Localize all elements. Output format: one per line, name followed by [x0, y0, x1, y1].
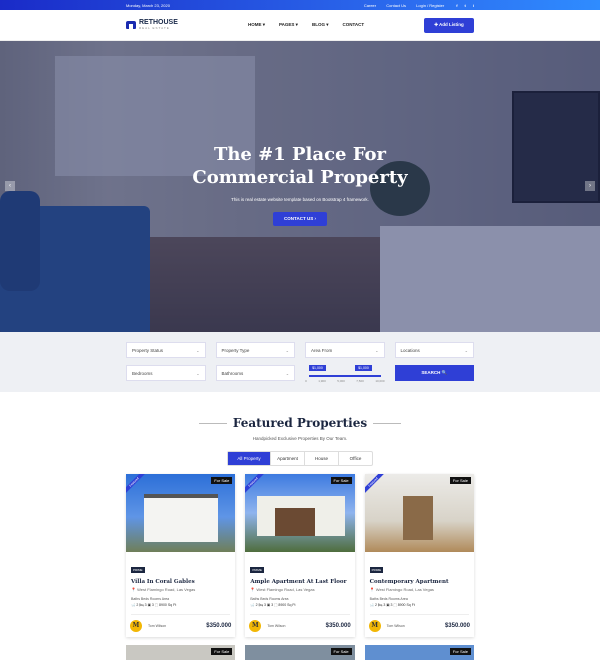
menu-blog[interactable]: BLOG ▾	[312, 22, 329, 28]
spec-labels: Baths Beds Rooms Area	[250, 597, 289, 601]
featured-ribbon: Featured	[245, 474, 269, 498]
prime-tag: PRIME	[250, 567, 264, 573]
chevron-down-icon: ⌄	[464, 347, 468, 353]
featured-ribbon: Featured	[364, 474, 389, 498]
agent-name[interactable]: Tom Wilson	[148, 624, 206, 628]
hero-banner: The #1 Place For Commercial Property This…	[0, 41, 600, 332]
property-price: $350.000	[325, 623, 351, 629]
property-card[interactable]: Featured For Sale PRIME Ample Apartment …	[245, 474, 355, 637]
property-card[interactable]: Featured For Sale PRIME Contemporary Apa…	[364, 474, 474, 637]
property-title[interactable]: Contemporary Apartment	[370, 579, 469, 585]
career-link[interactable]: Career	[364, 3, 376, 8]
status-badge: For Sale	[330, 477, 352, 484]
spec-labels: Baths Beds Rooms Area	[369, 597, 408, 601]
property-address: 📍 West Flamingo Road, Las Vegas	[369, 587, 434, 592]
property-card[interactable]: Featured For Sale PRIME Villa In Coral G…	[126, 474, 236, 637]
tab-apartment[interactable]: Apartment	[270, 452, 304, 465]
agent-name[interactable]: Tom Wilson	[267, 624, 325, 628]
range-track[interactable]	[309, 375, 381, 377]
menu-pages[interactable]: PAGES ▾	[279, 22, 298, 28]
range-max-label: $1,000	[355, 365, 372, 371]
property-image[interactable]: Featured For Sale	[126, 474, 236, 552]
chevron-down-icon: ⌄	[196, 347, 200, 353]
tab-office[interactable]: Office	[338, 452, 372, 465]
status-badge: For Sale	[330, 648, 352, 655]
featured-title: Featured Properties	[198, 416, 402, 430]
property-type-select[interactable]: Property Type ⌄	[215, 342, 295, 358]
agent-avatar: M	[368, 620, 381, 632]
property-card[interactable]: For Sale	[126, 645, 236, 660]
chevron-down-icon: ⌄	[285, 347, 289, 353]
search-button[interactable]: SEARCH 🔍	[394, 365, 474, 381]
menu-contact[interactable]: CONTACT	[342, 22, 364, 28]
logo-subtext: REAL ESTATE	[139, 26, 170, 30]
property-image[interactable]: Featured For Sale	[364, 474, 474, 552]
twitter-icon[interactable]: t	[465, 3, 466, 8]
property-price: $350.000	[444, 623, 470, 629]
featured-section: Featured Properties Handpicked Exclusive…	[0, 392, 600, 466]
slider-prev-icon[interactable]: ‹	[5, 181, 15, 191]
property-price: $350.000	[206, 623, 232, 629]
price-range-slider[interactable]: $1,000 $1,000 0 1,900 5,000 7,500 10,000	[305, 365, 385, 383]
agent-avatar: M	[130, 620, 142, 632]
site-logo[interactable]: RETHOUSE REAL ESTATE	[126, 19, 248, 30]
main-navigation: RETHOUSE REAL ESTATE HOME ▾ PAGES ▾ BLOG…	[0, 10, 600, 41]
menu-home[interactable]: HOME ▾	[248, 22, 265, 28]
property-search: Property Status ⌄ Property Type ⌄ Area Fro…	[0, 332, 600, 392]
status-badge: For Sale	[211, 477, 233, 484]
property-title[interactable]: Ample Apartment At Last Floor	[250, 579, 349, 585]
spec-values: 🛁 2 🛏 3 ▣ 3 ⬚ 8900 Sq Ft	[369, 603, 469, 615]
add-listing-button[interactable]: ✚ Add Listing	[424, 17, 474, 33]
instagram-icon[interactable]: i	[473, 3, 474, 8]
prime-tag: PRIME	[369, 567, 384, 573]
slider-next-icon[interactable]: ›	[585, 181, 595, 191]
top-bar: Monday, March 23, 2020 Career Contact Us…	[0, 0, 600, 10]
property-address: 📍 West Flamingo Road, Las Vegas	[250, 587, 315, 592]
status-badge: For Sale	[449, 477, 471, 484]
chevron-down-icon: ⌄	[196, 370, 200, 376]
current-date: Monday, March 23, 2020	[126, 2, 170, 8]
tab-all-property[interactable]: All Property	[228, 452, 270, 465]
bathrooms-select[interactable]: Bathrooms ⌄	[215, 365, 296, 381]
area-from-select[interactable]: Area From ⌄	[305, 342, 385, 358]
spec-labels: Baths Beds Rooms Area	[131, 597, 170, 601]
login-register-link[interactable]: Login / Register	[416, 3, 444, 8]
house-logo-icon	[126, 21, 136, 29]
hero-subtitle: This is real estate website template bas…	[231, 197, 369, 202]
chevron-down-icon: ⌄	[285, 370, 290, 376]
property-image[interactable]: Featured For Sale	[245, 474, 355, 552]
property-card[interactable]: For Sale	[364, 645, 474, 660]
facebook-icon[interactable]: f	[456, 3, 457, 8]
chevron-down-icon: ⌄	[375, 347, 379, 353]
agent-name[interactable]: Tom Wilson	[387, 624, 445, 628]
property-filter-tabs: All Property Apartment House Office	[227, 451, 373, 466]
locations-select[interactable]: Locations ⌄	[394, 342, 474, 358]
status-badge: For Sale	[211, 648, 233, 655]
property-cards: Featured For Sale PRIME Villa In Coral G…	[0, 474, 600, 637]
property-card[interactable]: For Sale	[245, 645, 355, 660]
status-badge: For Sale	[449, 648, 471, 655]
hero-title: The #1 Place For Commercial Property	[192, 144, 408, 188]
property-title[interactable]: Villa In Coral Gables	[131, 579, 230, 585]
range-min-label: $1,000	[309, 365, 326, 371]
featured-subtitle: Handpicked Exclusive Properties By Our T…	[252, 436, 348, 441]
property-status-select[interactable]: Property Status ⌄	[126, 342, 206, 358]
contact-us-link[interactable]: Contact Us	[386, 3, 406, 8]
property-cards-row-2: For Sale For Sale For Sale	[0, 645, 600, 660]
spec-values: 🛁 2 🛏 3 ▣ 3 ⬚ 8900 Sq Ft	[131, 603, 231, 615]
contact-us-button[interactable]: CONTACT US ›	[273, 212, 327, 226]
property-address: 📍 West Flamingo Road, Las Vegas	[131, 587, 196, 592]
tab-house[interactable]: House	[304, 452, 338, 465]
bedrooms-select[interactable]: Bedrooms ⌄	[126, 365, 206, 381]
prime-tag: PRIME	[131, 567, 145, 573]
spec-values: 🛁 2 🛏 3 ▣ 3 ⬚ 8900 Sq Ft	[250, 603, 350, 615]
agent-avatar: M	[249, 620, 262, 632]
